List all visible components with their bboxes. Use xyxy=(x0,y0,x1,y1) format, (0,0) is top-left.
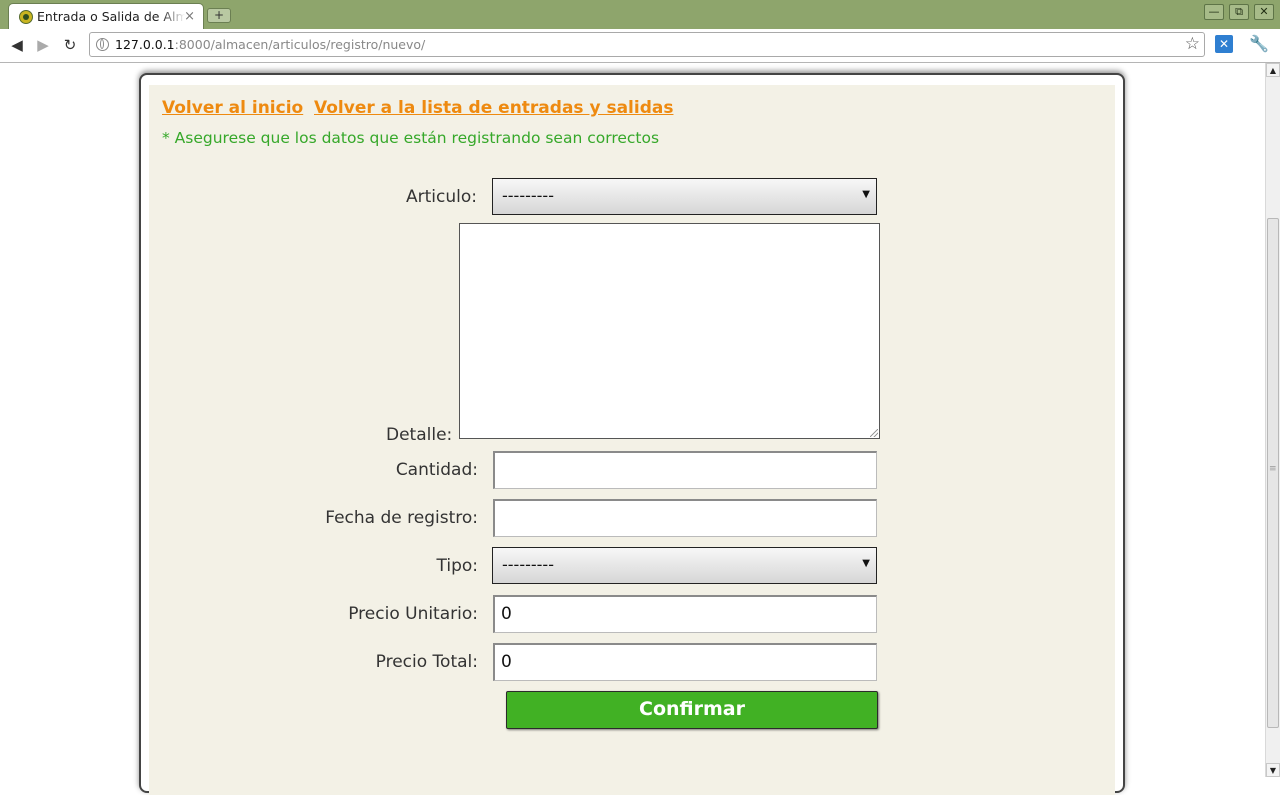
detalle-textarea[interactable] xyxy=(459,223,880,439)
form-panel: Volver al inicio Volver a la lista de en… xyxy=(149,85,1115,795)
precio-unitario-label: Precio Unitario: xyxy=(348,604,478,624)
content-card: Volver al inicio Volver a la lista de en… xyxy=(139,73,1125,795)
close-window-button[interactable]: ✕ xyxy=(1254,4,1274,20)
resize-grip-icon[interactable] xyxy=(870,429,878,437)
page-scrollbar[interactable]: ▲ ▼ xyxy=(1265,63,1280,777)
url-path: :8000/almacen/articulos/registro/nuevo/ xyxy=(174,37,426,52)
articulo-label: Articulo: xyxy=(406,187,477,207)
home-link[interactable]: Volver al inicio xyxy=(162,98,303,118)
tipo-label: Tipo: xyxy=(436,556,478,576)
list-link[interactable]: Volver a la lista de entradas y salidas xyxy=(314,98,673,118)
dropdown-arrow-icon: ▼ xyxy=(862,558,870,569)
wrench-icon[interactable]: 🔧 xyxy=(1249,34,1269,53)
scroll-thumb[interactable] xyxy=(1267,218,1279,728)
browser-titlebar: Entrada o Salida de Almacen × + — ⧉ ✕ xyxy=(0,0,1280,29)
confirm-button[interactable]: Confirmar xyxy=(506,691,878,729)
articulo-selected: --------- xyxy=(502,186,554,205)
browser-tab[interactable]: Entrada o Salida de Almacen × xyxy=(8,3,204,29)
scroll-down-icon[interactable]: ▼ xyxy=(1266,763,1280,777)
cantidad-label: Cantidad: xyxy=(395,460,478,480)
fecha-label: Fecha de registro: xyxy=(325,508,478,528)
precio-total-input[interactable]: 0 xyxy=(493,643,877,681)
precio-unitario-input[interactable]: 0 xyxy=(493,595,877,633)
url-host: 127.0.0.1 xyxy=(115,37,175,52)
articulo-select[interactable]: --------- ▼ xyxy=(492,178,877,215)
tipo-selected: --------- xyxy=(502,555,554,574)
new-tab-button[interactable]: + xyxy=(207,8,231,23)
tab-title: Entrada o Salida de Almacen xyxy=(37,9,185,25)
tab-close-button[interactable]: × xyxy=(184,9,195,25)
minimize-button[interactable]: — xyxy=(1204,4,1224,20)
forward-button[interactable]: ▶ xyxy=(32,35,54,55)
reload-button[interactable]: ↻ xyxy=(59,35,81,55)
globe-icon xyxy=(96,38,109,51)
tipo-select[interactable]: --------- ▼ xyxy=(492,547,877,584)
dropdown-arrow-icon: ▼ xyxy=(862,189,870,200)
browser-toolbar: ◀ ▶ ↻ 127.0.0.1:8000/almacen/articulos/r… xyxy=(0,29,1280,63)
cantidad-input[interactable] xyxy=(493,451,877,489)
extension-icon[interactable]: ✕ xyxy=(1215,35,1233,53)
detalle-label: Detalle: xyxy=(386,425,453,445)
url-text: 127.0.0.1:8000/almacen/articulos/registr… xyxy=(115,37,425,52)
precio-total-label: Precio Total: xyxy=(375,652,478,672)
scroll-up-icon[interactable]: ▲ xyxy=(1266,63,1280,77)
notice-text: * Asegurese que los datos que están regi… xyxy=(162,129,660,147)
fecha-input[interactable] xyxy=(493,499,877,537)
favicon-icon xyxy=(19,10,33,24)
restore-button[interactable]: ⧉ xyxy=(1229,4,1249,20)
star-icon[interactable]: ☆ xyxy=(1185,34,1200,54)
back-button[interactable]: ◀ xyxy=(6,35,28,55)
address-bar[interactable]: 127.0.0.1:8000/almacen/articulos/registr… xyxy=(89,32,1205,57)
